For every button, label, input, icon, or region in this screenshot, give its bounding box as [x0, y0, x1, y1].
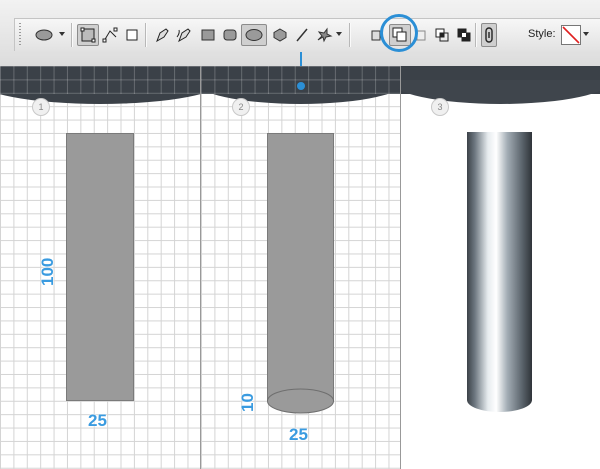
- chevron-down-icon[interactable]: [336, 32, 342, 36]
- rectangle-tool[interactable]: [197, 24, 219, 46]
- shape-layers-icon: [80, 27, 96, 43]
- divider: [349, 23, 351, 47]
- step-number: 1: [32, 98, 50, 116]
- rounded-rectangle-tool[interactable]: [219, 24, 241, 46]
- dimension-width-label: 25: [88, 411, 107, 430]
- fill-pixels-mode[interactable]: [121, 24, 143, 46]
- gray-rectangle[interactable]: [66, 133, 134, 401]
- ellipse-preset-picker[interactable]: [29, 24, 59, 46]
- dome-shape-bottom: [401, 80, 600, 104]
- gray-rectangle[interactable]: [267, 133, 334, 401]
- line-tool[interactable]: [291, 24, 313, 46]
- intersect-shape-areas[interactable]: [431, 24, 453, 46]
- options-bar: Style:: [14, 18, 600, 51]
- divider: [71, 23, 73, 47]
- divider: [475, 23, 477, 47]
- pen-icon: [156, 28, 169, 43]
- style-label: Style:: [528, 28, 556, 40]
- paths-mode[interactable]: [99, 24, 121, 46]
- chevron-down-icon[interactable]: [59, 32, 65, 36]
- rectangle-icon: [201, 29, 215, 41]
- step-panel-2: 2 10 25: [201, 66, 401, 469]
- freeform-pen-tool[interactable]: [173, 24, 195, 46]
- exclude-overlapping-areas[interactable]: [453, 24, 475, 46]
- ellipse-shape[interactable]: [266, 387, 336, 415]
- rounded-rectangle-icon: [223, 29, 237, 41]
- dimension-height-label: 10: [238, 393, 257, 412]
- grid-overlay: [0, 66, 200, 94]
- step-panel-1: 1 100 25: [0, 66, 201, 469]
- link-icon: [485, 27, 493, 43]
- no-style-icon: [562, 26, 580, 44]
- intersect-shape-icon: [435, 28, 449, 42]
- step-number: 2: [232, 98, 250, 116]
- link-style[interactable]: [481, 23, 497, 47]
- paths-icon: [102, 27, 118, 43]
- style-swatch[interactable]: [561, 25, 581, 45]
- toolbar-grip[interactable]: [19, 23, 21, 47]
- highlight-ring: [380, 14, 418, 52]
- metal-cylinder[interactable]: [465, 132, 535, 414]
- fill-pixels-icon: [126, 29, 138, 41]
- custom-shape-icon: [317, 27, 333, 43]
- line-icon: [296, 28, 308, 42]
- dimension-width-label: 25: [289, 425, 308, 444]
- freeform-pen-icon: [176, 28, 191, 43]
- step-number: 3: [431, 98, 449, 116]
- step-panel-3: 3: [401, 66, 600, 469]
- pen-tool[interactable]: [151, 24, 173, 46]
- divider: [145, 23, 147, 47]
- ellipse-icon: [245, 29, 263, 41]
- polygon-tool[interactable]: [269, 24, 291, 46]
- callout-dot: [297, 82, 305, 90]
- polygon-icon: [273, 28, 287, 42]
- custom-shape-tool[interactable]: [313, 24, 335, 46]
- chevron-down-icon[interactable]: [583, 32, 589, 36]
- dimension-height-label: 100: [38, 257, 57, 286]
- shape-layers-mode[interactable]: [77, 24, 99, 46]
- exclude-shape-icon: [457, 28, 471, 42]
- ellipse-icon: [35, 29, 53, 41]
- ellipse-tool[interactable]: [241, 24, 267, 46]
